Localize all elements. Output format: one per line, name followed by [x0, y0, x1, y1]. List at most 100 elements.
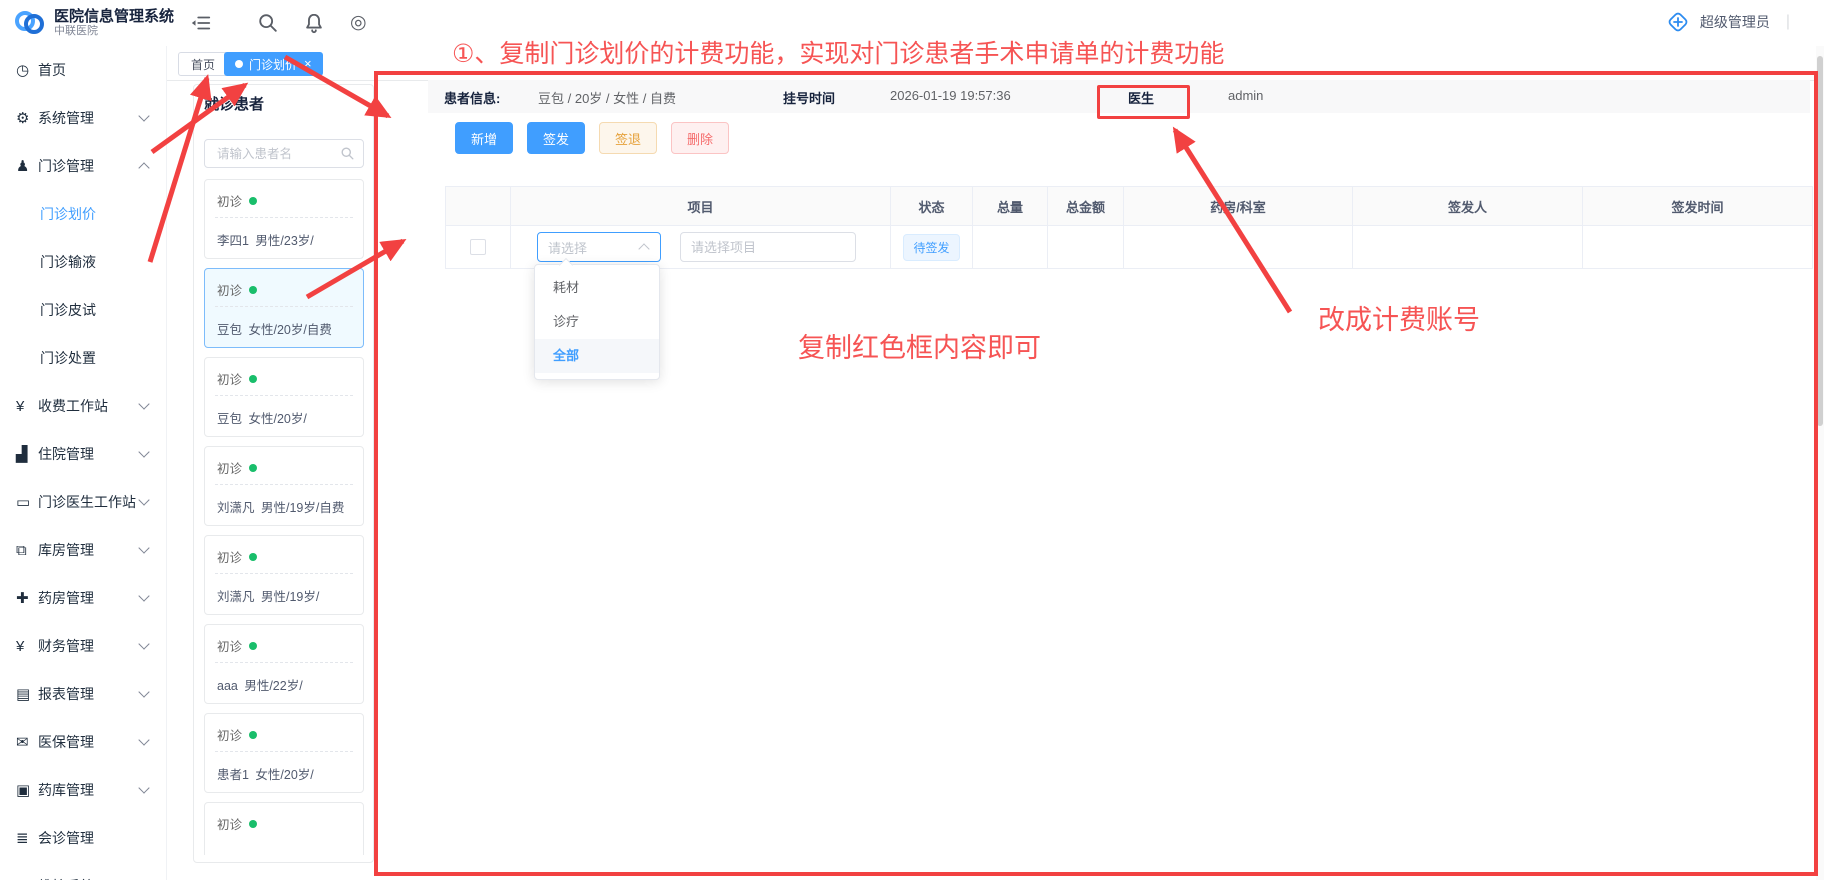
issue-button[interactable]: 签发	[527, 122, 585, 154]
target-icon[interactable]: ◎	[350, 12, 372, 34]
collapse-sidebar-icon[interactable]	[190, 12, 212, 34]
patient-card[interactable]: 初诊李四1 男性/23岁/	[204, 179, 364, 259]
chart-icon: ▟	[16, 445, 38, 463]
sidebar-item-warehouse-mgmt[interactable]: ⧉库房管理	[0, 526, 166, 574]
dropdown-option[interactable]: 耗材	[535, 271, 659, 305]
dropdown-option[interactable]: 全部	[535, 339, 659, 373]
patient-summary: 豆包 女性/20岁/	[217, 408, 307, 427]
row-checkbox[interactable]	[470, 239, 486, 255]
status-dot-icon	[249, 731, 257, 739]
sidebar-item-label: 首页	[38, 60, 66, 80]
chevron-down-icon	[138, 590, 149, 601]
tab-home[interactable]: 首页	[178, 52, 228, 76]
sidebar-item-report-mgmt[interactable]: ▤报表管理	[0, 670, 166, 718]
patient-summary: 李四1 男性/23岁/	[217, 230, 314, 249]
tab-outpatient-pricing[interactable]: 门诊划价 ×	[224, 52, 323, 76]
patient-card[interactable]: 初诊	[204, 802, 364, 855]
chevron-up-icon	[138, 162, 149, 173]
patient-card[interactable]: 初诊豆包 女性/20岁/	[204, 357, 364, 437]
table-header-row: 项目状态总量总金额药房/科室签发人签发时间	[446, 187, 1813, 226]
consult-icon: ≣	[16, 829, 38, 847]
sidebar-item-label: 收费工作站	[38, 396, 108, 416]
hospital-logo-icon	[12, 6, 46, 40]
sidebar-item-outpatient-pricing[interactable]: 门诊划价	[0, 190, 166, 238]
sidebar-item-pharmacy-mgmt[interactable]: ✚药房管理	[0, 574, 166, 622]
sidebar-item-consultation-mgmt[interactable]: ≣会诊管理	[0, 814, 166, 862]
sidebar-item-label: 财务管理	[38, 636, 94, 656]
patient-info-value: 豆包 / 20岁 / 女性 / 自费	[538, 88, 676, 107]
sidebar-item-outpatient-infusion[interactable]: 门诊输液	[0, 238, 166, 286]
sidebar-item-outpatient-skin-test[interactable]: 门诊皮试	[0, 286, 166, 334]
insurance-icon: ✉	[16, 733, 38, 751]
current-user-role[interactable]: 超级管理员	[1700, 12, 1770, 32]
add-button[interactable]: 新增	[455, 122, 513, 154]
sidebar-item-home[interactable]: ◷首页	[0, 46, 166, 94]
visit-status: 初诊	[217, 369, 242, 388]
dropdown-option[interactable]: 诊疗	[535, 305, 659, 339]
item-search-input[interactable]	[680, 232, 856, 262]
page-scrollbar[interactable]	[1816, 46, 1824, 880]
sidebar-item-maintenance-system[interactable]: ▭维护系统	[0, 862, 166, 880]
sidebar-item-drug-store-mgmt[interactable]: ▣药库管理	[0, 766, 166, 814]
chevron-down-icon	[138, 542, 149, 553]
item-type-dropdown: 耗材诊疗全部	[534, 264, 660, 380]
sidebar-item-outpatient-mgmt[interactable]: ♟门诊管理	[0, 142, 166, 190]
search-icon[interactable]	[257, 12, 279, 34]
status-dot-icon	[249, 553, 257, 561]
checkout-button[interactable]: 签退	[599, 122, 657, 154]
item-type-select[interactable]: 请选择	[537, 232, 661, 262]
sidebar-item-label: 门诊管理	[38, 156, 94, 176]
top-header: 医院信息管理系统 中联医院 ◎	[0, 0, 1824, 46]
orders-table: 项目状态总量总金额药房/科室签发人签发时间 请选择 待签发	[445, 186, 1813, 269]
sidebar-item-label: 门诊输液	[40, 252, 96, 272]
patient-list-panel: 就诊患者 初诊李四1 男性/23岁/初诊豆包 女性/20岁/自费初诊豆包 女性/…	[193, 84, 374, 863]
app-logo: 医院信息管理系统 中联医院	[12, 6, 174, 40]
patient-summary: 刘潇凡 男性/19岁/	[217, 586, 319, 605]
column-header: 总量	[973, 187, 1048, 226]
sidebar-item-label: 住院管理	[38, 444, 94, 464]
patient-card[interactable]: 初诊 aaa 男性/22岁/	[204, 624, 364, 704]
patient-card[interactable]: 初诊豆包 女性/20岁/自费	[204, 268, 364, 348]
scrollbar-thumb[interactable]	[1817, 56, 1823, 426]
visit-status: 初诊	[217, 636, 242, 655]
pharmacy-icon: ✚	[16, 589, 38, 607]
sidebar-item-label: 药房管理	[38, 588, 94, 608]
sidebar-item-outpatient-doctor-station[interactable]: ▭门诊医生工作站	[0, 478, 166, 526]
patient-card[interactable]: 初诊患者1 女性/20岁/	[204, 713, 364, 793]
patient-panel-title: 就诊患者	[204, 93, 264, 114]
issue-time-cell	[1583, 226, 1813, 269]
patient-summary: 刘潇凡 男性/19岁/自费	[217, 497, 344, 516]
card-divider	[215, 395, 353, 396]
patient-search-input[interactable]	[215, 146, 340, 162]
sidebar-item-inpatient-mgmt[interactable]: ▟住院管理	[0, 430, 166, 478]
sidebar-item-outpatient-treatment[interactable]: 门诊处置	[0, 334, 166, 382]
patient-search-box	[204, 139, 364, 168]
patient-summary: aaa 男性/22岁/	[217, 675, 303, 694]
sidebar-menu: ◷首页⚙系统管理♟门诊管理门诊划价门诊输液门诊皮试门诊处置¥收费工作站▟住院管理…	[0, 46, 167, 880]
visit-status: 初诊	[217, 725, 242, 744]
sidebar-item-charge-station[interactable]: ¥收费工作站	[0, 382, 166, 430]
card-divider	[215, 662, 353, 663]
doctor-value: admin	[1228, 88, 1263, 103]
sidebar-item-system-mgmt[interactable]: ⚙系统管理	[0, 94, 166, 142]
sidebar-item-label: 维护系统	[38, 876, 94, 880]
column-header: 签发人	[1353, 187, 1583, 226]
patient-info-bar: 患者信息: 豆包 / 20岁 / 女性 / 自费 挂号时间 2026-01-19…	[428, 80, 1810, 113]
registration-time-label: 挂号时间	[783, 88, 835, 107]
tab-outpatient-pricing-label: 门诊划价	[249, 56, 297, 73]
close-icon[interactable]: ×	[304, 58, 312, 70]
card-divider	[215, 573, 353, 574]
sidebar-item-finance-mgmt[interactable]: ¥财务管理	[0, 622, 166, 670]
chevron-down-icon	[138, 686, 149, 697]
sidebar-item-insurance-mgmt[interactable]: ✉医保管理	[0, 718, 166, 766]
delete-button[interactable]: 删除	[671, 122, 729, 154]
table-row: 请选择 待签发	[446, 226, 1813, 269]
patient-card[interactable]: 初诊刘潇凡 男性/19岁/自费	[204, 446, 364, 526]
notification-bell-icon[interactable]	[303, 12, 325, 34]
search-icon[interactable]	[340, 146, 355, 161]
users-icon: ♟	[16, 157, 38, 175]
sidebar-item-label: 药库管理	[38, 780, 94, 800]
card-divider	[215, 217, 353, 218]
patient-summary: 患者1 女性/20岁/	[217, 764, 314, 783]
patient-card[interactable]: 初诊刘潇凡 男性/19岁/	[204, 535, 364, 615]
